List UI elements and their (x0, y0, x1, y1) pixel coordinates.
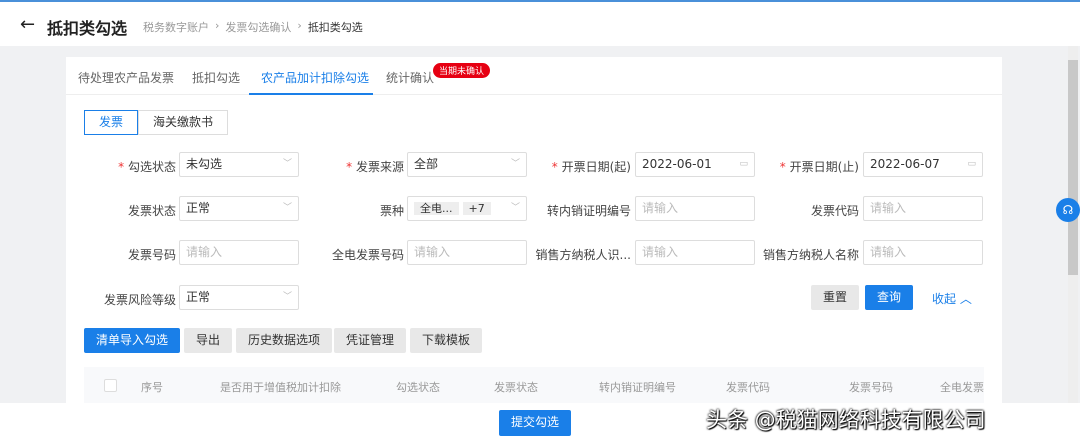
label-fpdm: 发票代码 (810, 204, 859, 218)
import-button[interactable]: 清单导入勾选 (84, 328, 181, 353)
tag: 全电... (414, 202, 459, 215)
chevron-down-icon: ﹀ (282, 203, 292, 213)
template-button[interactable]: 下载模板 (410, 328, 483, 353)
label-kprq-end: * 开票日期(止) (779, 160, 859, 174)
tab-deduction[interactable]: 抵扣勾选 (192, 69, 240, 86)
query-button[interactable]: 查询 (865, 285, 914, 310)
pz-multiselect[interactable]: 全电... +7 ﹀ (407, 196, 527, 221)
breadcrumb-current: 抵扣类勾选 (307, 21, 363, 34)
select-all-checkbox[interactable] (104, 379, 117, 392)
label-pz: 票种 (379, 204, 404, 218)
active-tab-indicator (249, 93, 373, 95)
col-header: 发票代码 (726, 381, 770, 394)
label-xsfmc: 销售方纳税人名称 (762, 248, 859, 262)
headset-icon[interactable]: ☊ (1056, 198, 1080, 222)
tab-agri-deduction[interactable]: 农产品加计扣除勾选 (261, 69, 369, 86)
fphm-input[interactable]: 请输入 (179, 240, 299, 265)
page-title: 抵扣类勾选 (47, 19, 128, 38)
chevron-right-icon: › (215, 19, 220, 32)
voucher-button[interactable]: 凭证管理 (334, 328, 407, 353)
fply-select[interactable]: 全部 ﹀ (407, 152, 527, 177)
gxzt-select[interactable]: 未勾选 ﹀ (179, 152, 299, 177)
label-gxzt: * 勾选状态 (118, 160, 176, 174)
calendar-icon: ▭ (967, 159, 976, 169)
label-fpzt: 发票状态 (127, 204, 176, 218)
col-header: 转内销证明编号 (599, 381, 676, 394)
fpzt-select[interactable]: 正常 ﹀ (179, 196, 299, 221)
breadcrumb: 税务数字账户 › 发票勾选确认 › 抵扣类勾选 (143, 19, 363, 35)
kprq-start-date[interactable]: 2022-06-01 ▭ (635, 152, 755, 177)
back-arrow-icon[interactable]: ← (20, 14, 35, 35)
znxzm-input[interactable]: 请输入 (635, 196, 755, 221)
collapse-link[interactable]: 收起 ︿ (932, 290, 972, 307)
fxdj-select[interactable]: 正常 ﹀ (179, 285, 299, 310)
scrollbar-thumb[interactable] (1068, 60, 1078, 275)
chevron-down-icon: ﹀ (510, 203, 520, 213)
history-button[interactable]: 历史数据选项 (236, 328, 333, 353)
submit-button[interactable]: 提交勾选 (499, 410, 572, 436)
breadcrumb-item[interactable]: 发票勾选确认 (225, 19, 291, 35)
segment-customs[interactable]: 海关缴款书 (138, 110, 229, 135)
label-qdfphm: 全电发票号码 (331, 248, 404, 262)
col-header: 发票状态 (494, 381, 538, 394)
reset-button[interactable]: 重置 (811, 285, 860, 310)
label-fply: * 发票来源 (346, 160, 404, 174)
chevron-down-icon: ﹀ (510, 159, 520, 169)
tag-more: +7 (462, 202, 491, 215)
label-fxdj: 发票风险等级 (103, 293, 176, 307)
header: ← 抵扣类勾选 税务数字账户 › 发票勾选确认 › 抵扣类勾选 (0, 0, 1080, 46)
col-header: 发票号码 (849, 381, 893, 394)
label-xsfsbh: 销售方纳税人识... (535, 248, 631, 262)
status-badge: 当期未确认 (433, 63, 491, 78)
chevron-up-icon: ︿ (959, 292, 972, 306)
label-znxzm: 转内销证明编号 (546, 204, 631, 218)
col-header: 全电发票 (940, 381, 984, 394)
col-header: 是否用于增值税加计扣除 (220, 381, 341, 394)
tab-bar: 待处理农产品发票 抵扣勾选 农产品加计扣除勾选 统计确认 当期未确认 (66, 57, 1002, 95)
chevron-right-icon: › (297, 19, 302, 32)
col-header: 勾选状态 (396, 381, 440, 394)
calendar-icon: ▭ (739, 159, 748, 169)
segment-invoice[interactable]: 发票 (84, 110, 139, 135)
qdfphm-input[interactable]: 请输入 (407, 240, 527, 265)
xsfmc-input[interactable]: 请输入 (863, 240, 983, 265)
label-fphm: 发票号码 (127, 248, 176, 262)
chevron-down-icon: ﹀ (282, 292, 292, 302)
export-button[interactable]: 导出 (184, 328, 233, 353)
chevron-down-icon: ﹀ (282, 159, 292, 169)
tab-pending[interactable]: 待处理农产品发票 (78, 69, 174, 86)
kprq-end-date[interactable]: 2022-06-07 ▭ (863, 152, 983, 177)
tab-statistics[interactable]: 统计确认 (386, 69, 434, 86)
fpdm-input[interactable]: 请输入 (863, 196, 983, 221)
label-kprq-start: * 开票日期(起) (551, 160, 631, 174)
xsfsbh-input[interactable]: 请输入 (635, 240, 755, 265)
col-header: 序号 (141, 381, 163, 394)
doc-type-segment: 发票 海关缴款书 (84, 110, 229, 135)
breadcrumb-item[interactable]: 税务数字账户 (143, 19, 209, 35)
watermark: 头条 @税猫网络科技有限公司 (706, 408, 986, 432)
table-header: 序号 是否用于增值税加计扣除 勾选状态 发票状态 转内销证明编号 发票代码 发票… (84, 367, 984, 403)
main-card: 待处理农产品发票 抵扣勾选 农产品加计扣除勾选 统计确认 当期未确认 发票 海关… (66, 57, 1002, 403)
